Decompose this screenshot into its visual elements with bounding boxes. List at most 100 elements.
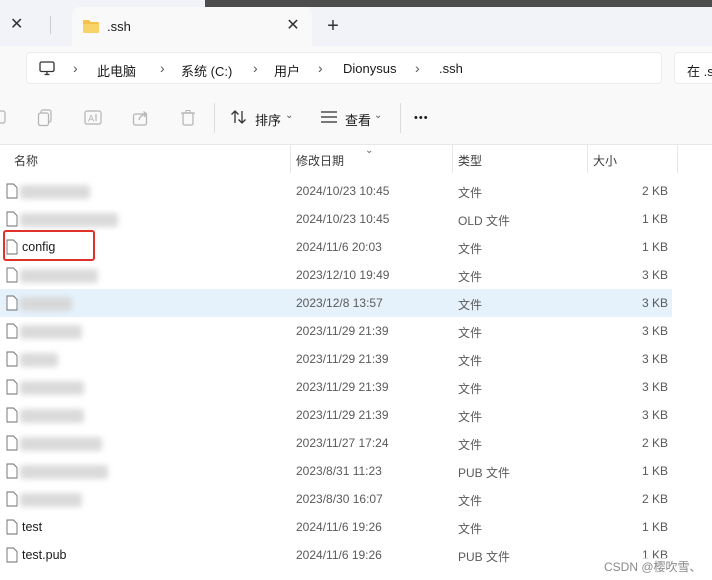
redacted-filename xyxy=(20,437,102,451)
file-icon xyxy=(6,183,18,202)
table-row[interactable]: 2024/10/23 10:45 OLD 文件 1 KB xyxy=(0,205,672,233)
file-date: 2023/11/29 21:39 xyxy=(296,324,389,338)
redacted-filename xyxy=(20,269,98,283)
chevron-right-icon[interactable]: › xyxy=(160,60,165,76)
file-date: 2023/12/8 13:57 xyxy=(296,296,383,310)
file-date: 2023/11/29 21:39 xyxy=(296,408,389,422)
file-date: 2023/11/27 17:24 xyxy=(296,436,389,450)
breadcrumb-users[interactable]: 用户 xyxy=(274,61,300,80)
file-type: PUB 文件 xyxy=(458,466,511,480)
file-size: 1 KB xyxy=(641,464,668,478)
sort-icon xyxy=(230,109,248,128)
column-divider[interactable] xyxy=(677,145,678,173)
view-button[interactable]: 查看 ⌄ xyxy=(320,107,390,129)
search-placeholder: 在 .s xyxy=(687,64,712,79)
file-size: 3 KB xyxy=(641,296,668,310)
file-date: 2023/8/30 16:07 xyxy=(296,492,383,506)
redacted-filename xyxy=(20,381,84,395)
sort-button[interactable]: 排序 ⌄ xyxy=(230,107,300,129)
column-name[interactable]: 名称 xyxy=(14,152,38,169)
table-row[interactable]: 2024/10/23 10:45 文件 2 KB xyxy=(0,177,672,205)
column-modified[interactable]: 修改日期 xyxy=(296,152,344,169)
file-type: 文件 xyxy=(458,382,483,396)
file-size: 3 KB xyxy=(641,408,668,422)
breadcrumb[interactable]: › 此电脑 › 系统 (C:) › 用户 › Dionysus › .ssh xyxy=(26,52,662,84)
chevron-right-icon[interactable]: › xyxy=(415,60,420,76)
file-date: 2024/11/6 19:26 xyxy=(296,520,382,534)
file-date: 2023/12/10 19:49 xyxy=(296,268,390,282)
table-row[interactable]: 2023/11/29 21:39 文件 3 KB xyxy=(0,317,672,345)
chevron-right-icon[interactable]: › xyxy=(318,60,323,76)
sort-indicator-icon: ⌄ xyxy=(365,145,374,156)
column-divider[interactable] xyxy=(290,145,291,173)
table-row[interactable]: 2023/8/31 11:23 PUB 文件 1 KB xyxy=(0,457,672,485)
copy-icon[interactable] xyxy=(37,109,53,130)
file-type: 文件 xyxy=(458,326,483,340)
file-size: 3 KB xyxy=(641,324,668,338)
redacted-filename xyxy=(20,297,72,311)
file-icon xyxy=(6,379,18,398)
file-size: 2 KB xyxy=(641,184,668,198)
table-row-selected[interactable]: 2023/12/8 13:57 文件 3 KB xyxy=(0,289,672,317)
redacted-filename xyxy=(20,409,84,423)
tab-bar: ✕ .ssh ✕ + xyxy=(0,0,712,46)
file-date: 2023/11/29 21:39 xyxy=(296,352,389,366)
file-type: OLD 文件 xyxy=(458,214,511,228)
file-icon xyxy=(6,435,18,454)
column-size[interactable]: 大小 xyxy=(593,152,617,169)
close-icon[interactable]: ✕ xyxy=(282,15,304,37)
table-row[interactable]: 2023/11/29 21:39 文件 3 KB xyxy=(0,401,672,429)
column-divider[interactable] xyxy=(452,145,453,173)
sort-label: 排序 xyxy=(255,113,282,128)
share-icon[interactable] xyxy=(132,109,150,130)
table-row[interactable]: config 2024/11/6 20:03 文件 1 KB xyxy=(0,233,672,261)
breadcrumb-dionysus[interactable]: Dionysus xyxy=(343,61,396,76)
file-type: 文件 xyxy=(458,494,483,508)
previous-tab[interactable]: ✕ xyxy=(0,12,51,40)
column-divider[interactable] xyxy=(587,145,588,173)
tab-ssh[interactable]: .ssh ✕ xyxy=(72,7,312,46)
table-row[interactable]: 2023/11/29 21:39 文件 3 KB xyxy=(0,373,672,401)
delete-icon[interactable] xyxy=(180,109,196,130)
cut-icon[interactable] xyxy=(0,109,8,128)
file-type: 文件 xyxy=(458,186,483,200)
table-row[interactable]: 2023/8/30 16:07 文件 2 KB xyxy=(0,485,672,513)
table-row[interactable]: 2023/11/27 17:24 文件 2 KB xyxy=(0,429,672,457)
breadcrumb-this-pc[interactable]: 此电脑 xyxy=(97,61,136,80)
table-row[interactable]: test.pub 2024/11/6 19:26 PUB 文件 1 KB xyxy=(0,541,672,569)
chevron-right-icon[interactable]: › xyxy=(73,60,78,76)
file-size: 2 KB xyxy=(641,492,668,506)
table-row[interactable]: test 2024/11/6 19:26 文件 1 KB xyxy=(0,513,672,541)
file-type: 文件 xyxy=(458,354,483,368)
redacted-filename xyxy=(20,353,58,367)
file-icon xyxy=(6,323,18,342)
file-icon xyxy=(6,463,18,482)
file-name: test.pub xyxy=(22,548,67,562)
see-more-button[interactable]: ••• xyxy=(414,112,429,124)
chevron-down-icon: ⌄ xyxy=(374,110,383,121)
rename-icon[interactable]: A xyxy=(84,109,102,130)
table-row[interactable]: 2023/11/29 21:39 文件 3 KB xyxy=(0,345,672,373)
redacted-filename xyxy=(20,493,82,507)
redacted-filename xyxy=(20,325,82,339)
new-tab-button[interactable]: + xyxy=(322,16,344,38)
redacted-filename xyxy=(20,465,108,479)
table-row[interactable]: 2023/12/10 19:49 文件 3 KB xyxy=(0,261,672,289)
file-date: 2023/11/29 21:39 xyxy=(296,380,389,394)
file-type: PUB 文件 xyxy=(458,550,511,564)
file-type: 文件 xyxy=(458,438,483,452)
breadcrumb-system-c[interactable]: 系统 (C:) xyxy=(181,61,232,80)
column-header: 名称 ⌄ 修改日期 类型 大小 xyxy=(0,145,712,173)
close-icon[interactable]: ✕ xyxy=(10,14,23,34)
file-icon xyxy=(6,491,18,510)
file-size: 1 KB xyxy=(641,212,668,226)
file-type: 文件 xyxy=(458,270,483,284)
chevron-right-icon[interactable]: › xyxy=(253,60,258,76)
column-type[interactable]: 类型 xyxy=(458,152,482,169)
search-input[interactable]: 在 .s xyxy=(674,52,712,84)
file-icon xyxy=(6,407,18,426)
breadcrumb-ssh[interactable]: .ssh xyxy=(439,61,463,76)
file-date: 2024/10/23 10:45 xyxy=(296,212,390,226)
computer-icon[interactable] xyxy=(39,61,55,79)
file-date: 2024/11/6 20:03 xyxy=(296,240,382,254)
